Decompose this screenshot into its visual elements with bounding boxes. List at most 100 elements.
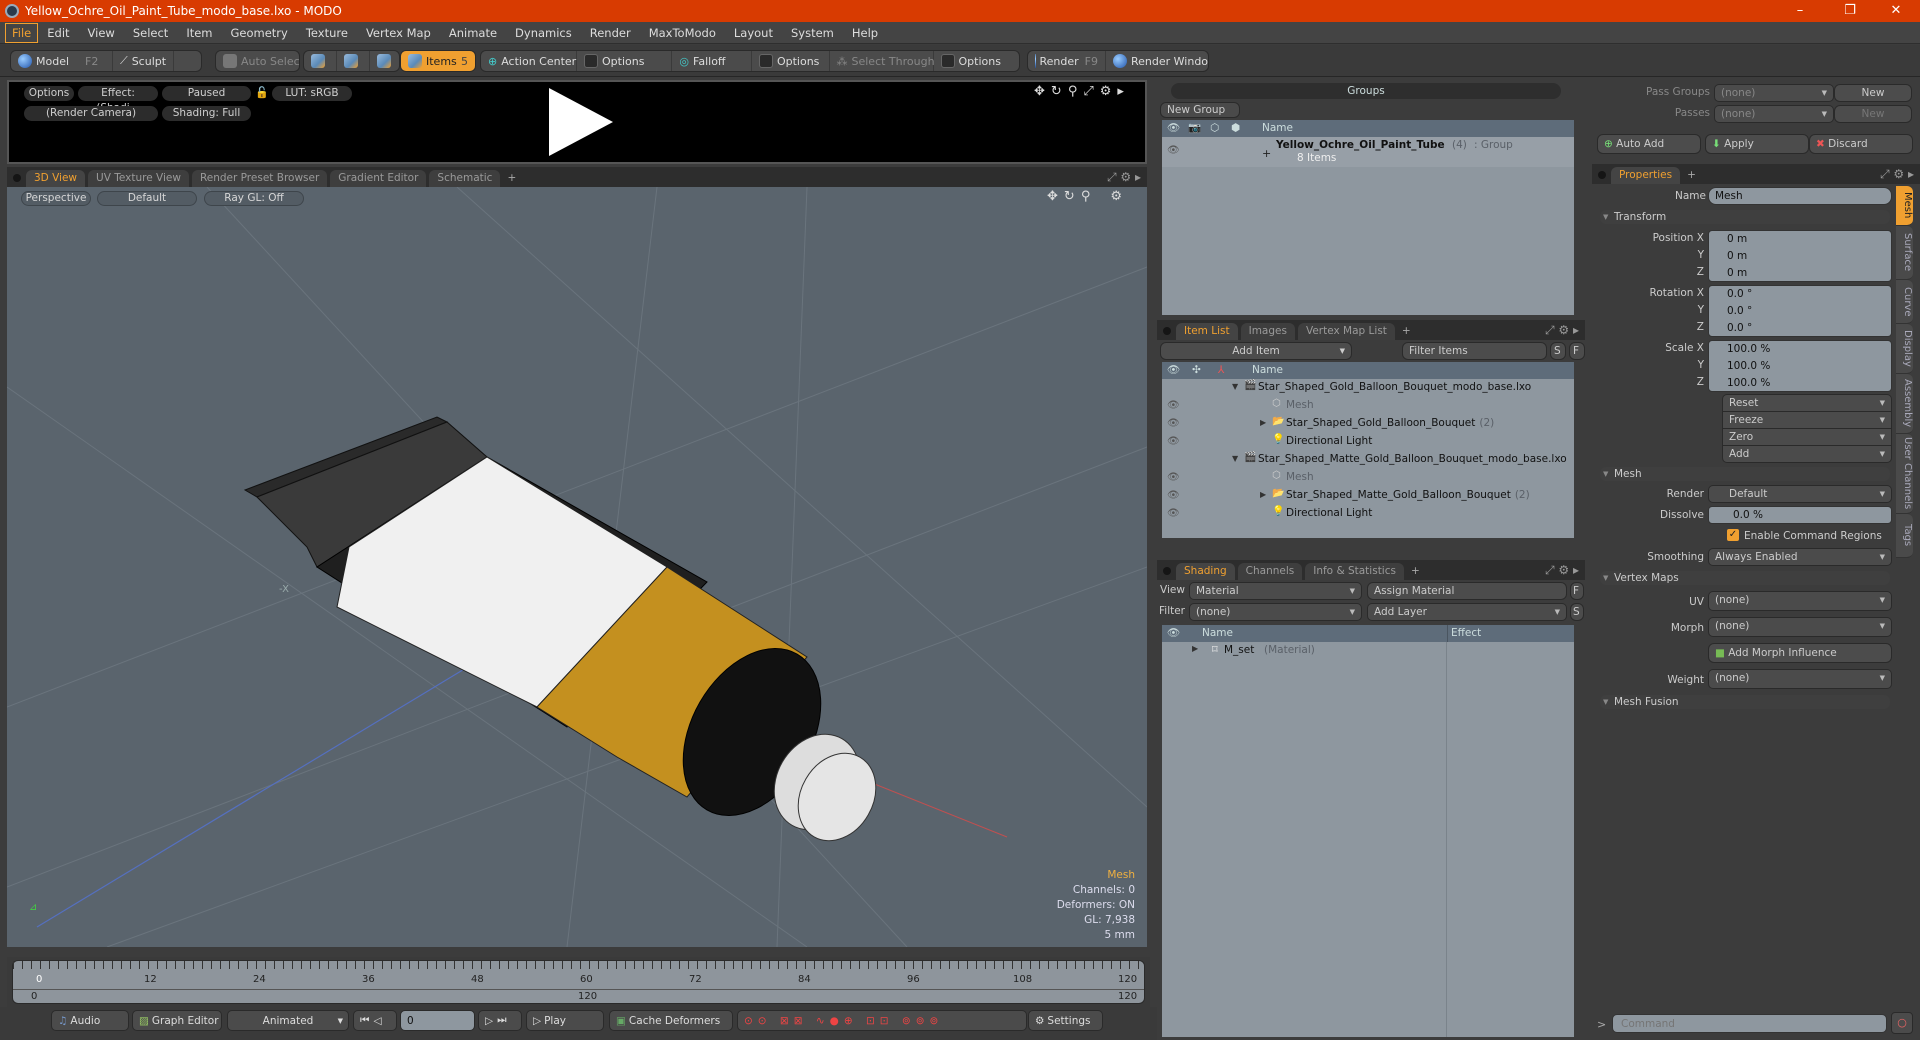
item-row[interactable]: 👁 💡 Directional Light [1162,505,1574,523]
sculpt-button[interactable]: ⟋ Sculpt [113,51,175,71]
action-center-options-button[interactable]: Options [577,51,673,71]
scale-x-field[interactable]: 100.0 % [1715,341,1885,358]
shading-dropdown[interactable]: Shading: Full [162,106,251,121]
menu-item[interactable]: Item [177,24,221,42]
eye-icon[interactable]: 👁 [1167,436,1180,447]
visibility-col-icon[interactable]: 👁 [1167,120,1180,137]
filter-s-button[interactable]: S [1550,342,1566,360]
filter-dropdown[interactable]: (none) [1189,603,1362,621]
tab-shading[interactable]: Shading [1176,563,1235,580]
skip-back-buttons[interactable]: ⏮ ◁ [353,1010,397,1031]
rotation-x-field[interactable]: 0.0 ° [1715,286,1885,303]
tab-vertex-map-list[interactable]: Vertex Map List [1297,323,1395,340]
lut-dropdown[interactable]: LUT: sRGB [272,86,352,101]
tab-info-statistics[interactable]: Info & Statistics [1305,563,1404,580]
style-dropdown[interactable]: Default [97,191,197,206]
menu-layout[interactable]: Layout [725,24,782,42]
add-morph-influence-button[interactable]: ■ Add Morph Influence [1708,643,1892,663]
menu-render[interactable]: Render [581,24,640,42]
smoothing-dropdown[interactable]: Always Enabled [1708,548,1892,566]
name-field[interactable]: Mesh [1708,187,1892,205]
eye-icon[interactable]: 👁 [1167,472,1180,483]
play-preview-icon[interactable] [549,88,613,156]
key-controls[interactable]: ⊙⊙ ⊠⊠ ∿●⊕ ⊡⊡ ⊚⊚⊚ [737,1010,1027,1031]
transform-section[interactable]: Transform [1600,210,1890,224]
menu-dynamics[interactable]: Dynamics [506,24,581,42]
shader-row[interactable]: ▶ ⌑ M_set (Material) [1162,642,1574,660]
menu-maxtomodo[interactable]: MaxToModo [640,24,725,42]
item-row[interactable]: 👁 ⬡ Mesh [1162,397,1574,415]
pass-groups-dropdown[interactable]: (none) [1714,84,1834,102]
new-group-button[interactable]: New Group [1160,102,1240,118]
item-row[interactable]: ▼ 🎬 Star_Shaped_Gold_Balloon_Bouquet_modo_… [1162,379,1574,397]
axis-col-icon[interactable]: ⅄ [1218,362,1224,379]
frame-input[interactable]: 0 [400,1010,475,1031]
eye-icon[interactable]: 👁 [1167,145,1180,156]
tab-gradient-editor[interactable]: Gradient Editor [330,170,427,187]
render-button[interactable]: Render F9 [1028,51,1106,71]
panel-tab-icons[interactable]: ⤢ ⚙ ▸ [1539,323,1585,340]
maximize-button[interactable]: ❐ [1830,0,1870,22]
position-y-field[interactable]: 0 m [1715,248,1885,265]
render-window-button[interactable]: Render Window [1106,51,1208,71]
zero-dropdown[interactable]: Zero [1722,428,1892,446]
projection-dropdown[interactable]: Perspective [21,191,91,206]
tab-3d-view[interactable]: 3D View [26,170,86,187]
edges-mode-button[interactable] [337,51,370,71]
item-row[interactable]: 👁 ▶ 📂 Star_Shaped_Matte_Gold_Balloon_Bouque… [1162,487,1574,505]
play-button[interactable]: ▷ Play [526,1010,604,1031]
lock-col-icon[interactable]: ⬡ [1210,120,1219,137]
add-tab-button[interactable]: + [1683,167,1700,184]
select-through-options-button[interactable]: Options [934,51,1019,71]
menu-texture[interactable]: Texture [297,24,357,42]
side-tab-surface[interactable]: Surface [1896,226,1913,280]
expand-icon[interactable]: + [1262,147,1271,160]
items-mode-button[interactable]: Items 5 [400,50,476,72]
zoom-icon[interactable]: ⚲ [1068,84,1078,99]
arrow-right-icon[interactable]: ▸ [1117,84,1124,99]
falloff-button[interactable]: ◎ Falloff [672,51,752,71]
rotate-icon[interactable]: ↻ [1051,84,1062,99]
menu-vertex-map[interactable]: Vertex Map [357,24,440,42]
camera-dropdown[interactable]: (Render Camera) [24,106,158,121]
layer-s-button[interactable]: S [1570,603,1584,621]
graph-editor-button[interactable]: ▨ Graph Editor [132,1010,222,1031]
morph-dropdown[interactable]: (none) [1708,617,1892,637]
menu-edit[interactable]: Edit [38,24,78,42]
visibility-col-icon[interactable]: 👁 [1167,362,1180,379]
assign-material-button[interactable]: Assign Material [1367,582,1567,600]
gear-icon[interactable]: ⚙ [1110,189,1122,204]
expand-icon[interactable]: ▶ [1260,490,1266,499]
item-row[interactable]: ▼ 🎬 Star_Shaped_Matte_Gold_Balloon_Bouquet… [1162,451,1574,469]
eye-icon[interactable]: 👁 [1167,400,1180,411]
eye-icon[interactable]: 👁 [1167,490,1180,501]
effect-dropdown[interactable]: Effect: (Shadi... [78,86,158,114]
panel-tab-icons[interactable]: ⤢ ⚙ ▸ [1539,563,1585,580]
filter-f-button[interactable]: F [1569,342,1585,360]
side-tab-display[interactable]: Display [1896,324,1913,374]
timeline-ruler[interactable]: 0 12 24 36 48 60 72 84 96 108 120 0 120 … [12,960,1145,1004]
tab-properties[interactable]: Properties [1611,167,1681,184]
side-tab-curve[interactable]: Curve [1896,280,1913,324]
menu-file[interactable]: File [5,22,39,43]
action-center-button[interactable]: ⊕ Action Center [481,51,577,71]
skip-forward-buttons[interactable]: ▷ ⏭ [478,1010,522,1031]
tab-render-preset-browser[interactable]: Render Preset Browser [191,170,328,187]
minimize-button[interactable]: – [1780,0,1820,22]
preview-options-button[interactable]: Options [24,86,74,101]
close-button[interactable]: ✕ [1876,0,1916,22]
maximize-icon[interactable]: ⤢ [1083,84,1093,99]
first-frame-icon[interactable]: ⏮ [360,1014,369,1027]
model-button[interactable]: Model F2 [11,51,113,71]
discard-button[interactable]: ✖ Discard [1809,134,1913,154]
auto-select-button[interactable]: Auto Select [215,50,300,72]
settings-button[interactable]: ⚙ Settings [1028,1010,1103,1031]
add-tab-button[interactable]: + [1398,323,1415,340]
menu-geometry[interactable]: Geometry [222,24,297,42]
paused-button[interactable]: Paused [162,86,251,101]
eye-icon[interactable]: 👁 [1167,508,1180,519]
key-icons[interactable]: ⊙⊙ ⊠⊠ ∿●⊕ ⊡⊡ ⊚⊚⊚ [744,1015,943,1027]
panel-tab-icons[interactable]: ⤢ ⚙ ▸ [1874,167,1920,184]
gear-icon[interactable]: ⚙ [1100,84,1112,99]
lock-icon[interactable]: 🔓 [255,86,269,99]
